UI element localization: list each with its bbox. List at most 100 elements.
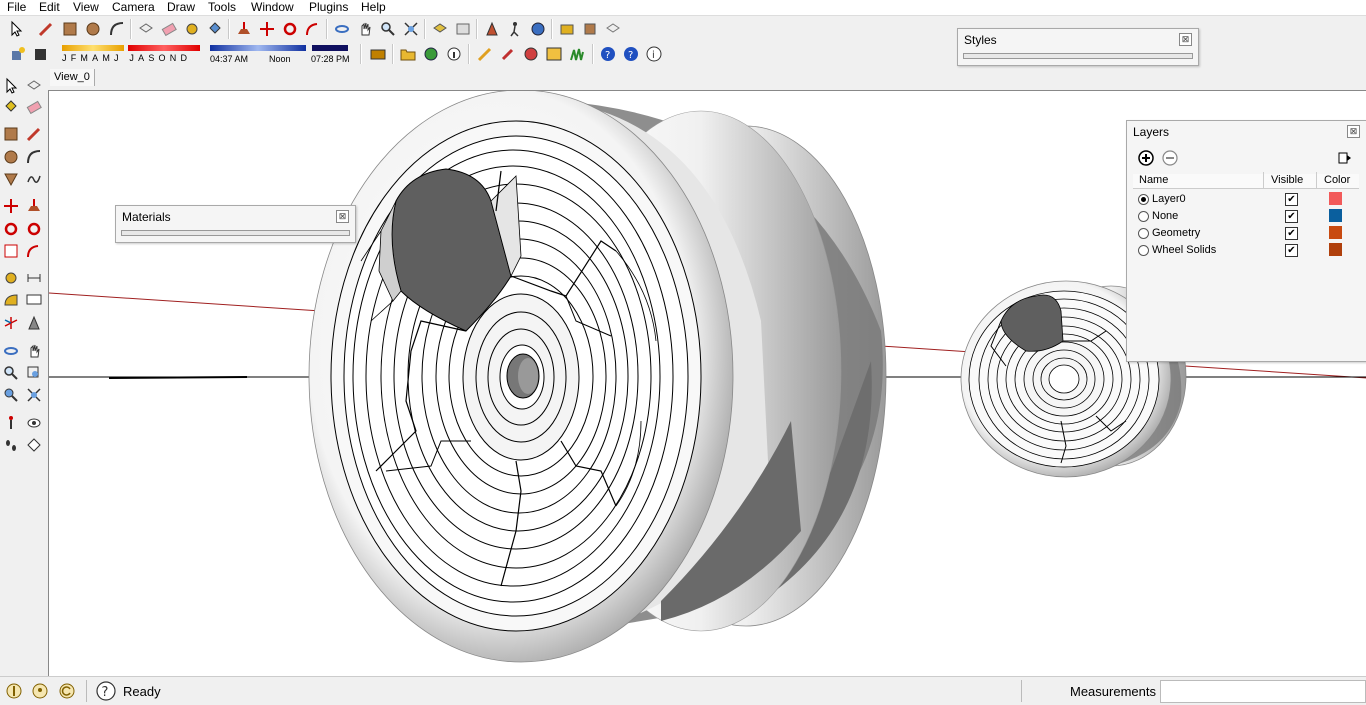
visible-checkbox[interactable]: ✔ <box>1285 244 1298 257</box>
previous-view-icon[interactable] <box>1 385 21 405</box>
shadow-settings-icon[interactable] <box>8 44 28 64</box>
layer-name[interactable]: None <box>1152 208 1178 224</box>
menu-file[interactable]: File <box>7 0 26 14</box>
layer-color-swatch[interactable] <box>1329 209 1342 222</box>
pencil-2-icon[interactable] <box>475 44 495 64</box>
display-shadows-icon[interactable] <box>31 44 51 64</box>
walk-left-icon[interactable] <box>1 435 21 455</box>
pencil-icon[interactable] <box>36 19 56 39</box>
active-layer-radio[interactable] <box>1138 245 1149 256</box>
follow-me-icon[interactable] <box>303 19 323 39</box>
dimension-icon[interactable] <box>24 268 44 288</box>
add-layer-icon[interactable] <box>1137 149 1155 167</box>
section-left-icon[interactable] <box>24 435 44 455</box>
menu-tools[interactable]: Tools <box>208 0 236 14</box>
position-camera-left-icon[interactable] <box>1 413 21 433</box>
active-layer-radio[interactable] <box>1138 194 1149 205</box>
month-slider-track-2[interactable] <box>128 45 200 51</box>
tape-left-icon[interactable] <box>1 268 21 288</box>
active-layer-radio[interactable] <box>1138 211 1149 222</box>
grass-icon[interactable] <box>567 44 587 64</box>
materials-browser-icon[interactable] <box>580 19 600 39</box>
close-icon[interactable]: ⊠ <box>1347 125 1360 138</box>
tape-measure-icon[interactable] <box>182 19 202 39</box>
rotate-left-icon[interactable] <box>1 219 21 239</box>
rotate-icon[interactable] <box>280 19 300 39</box>
walk-icon[interactable] <box>505 19 525 39</box>
menu-draw[interactable]: Draw <box>167 0 195 14</box>
layer-name[interactable]: Wheel Solids <box>1152 242 1216 258</box>
line-icon[interactable] <box>24 124 44 144</box>
freehand-icon[interactable] <box>24 169 44 189</box>
paint-bucket-icon[interactable] <box>205 19 225 39</box>
text-icon[interactable] <box>24 290 44 310</box>
help-status-icon[interactable]: ? <box>95 680 117 702</box>
month-slider-track[interactable] <box>62 45 124 51</box>
column-color[interactable]: Color <box>1324 174 1350 186</box>
component-icon[interactable] <box>24 76 44 96</box>
arc-icon[interactable] <box>107 19 127 39</box>
move-left-icon[interactable] <box>1 196 21 216</box>
layer-color-swatch[interactable] <box>1329 192 1342 205</box>
components-icon[interactable] <box>557 19 577 39</box>
orbit-left-icon[interactable] <box>1 341 21 361</box>
help-2-icon[interactable]: ? <box>621 44 641 64</box>
styles-panel-grip[interactable] <box>963 53 1193 59</box>
visible-checkbox[interactable]: ✔ <box>1285 193 1298 206</box>
close-icon[interactable]: ⊠ <box>336 210 349 223</box>
geo-location-status-icon[interactable] <box>4 681 24 701</box>
column-visible[interactable]: Visible <box>1271 174 1303 186</box>
paint-icon[interactable] <box>1 97 21 117</box>
protractor-icon[interactable] <box>1 290 21 310</box>
orbit-icon[interactable] <box>332 19 352 39</box>
layer-name[interactable]: Layer0 <box>1152 191 1186 207</box>
layer-row[interactable]: None ✔ <box>1133 208 1357 224</box>
offset-icon[interactable] <box>24 241 44 261</box>
info-icon[interactable]: i <box>644 44 664 64</box>
folder-icon[interactable] <box>398 44 418 64</box>
zoom-extents-left-icon[interactable] <box>24 385 44 405</box>
3d-text-icon[interactable] <box>24 313 44 333</box>
menu-view[interactable]: View <box>73 0 99 14</box>
layer-name[interactable]: Geometry <box>1152 225 1200 241</box>
column-name[interactable]: Name <box>1139 174 1168 186</box>
layer-row[interactable]: Geometry ✔ <box>1133 225 1357 241</box>
credits-status-icon[interactable] <box>30 681 50 701</box>
measurements-input[interactable] <box>1160 680 1366 703</box>
zoom-left-icon[interactable] <box>1 363 21 383</box>
push-pull-icon[interactable] <box>234 19 254 39</box>
time-slider-track-2[interactable] <box>312 45 348 51</box>
position-camera-icon[interactable] <box>528 19 548 39</box>
get-models-icon[interactable] <box>430 19 450 39</box>
pan-icon[interactable] <box>355 19 375 39</box>
zoom-window-icon[interactable] <box>24 363 44 383</box>
geo-location-icon[interactable] <box>421 44 441 64</box>
arc-left-icon[interactable] <box>24 147 44 167</box>
details-icon[interactable] <box>1335 149 1353 167</box>
select-icon[interactable] <box>1 76 21 96</box>
materials-panel-grip[interactable] <box>121 230 350 236</box>
help-icon[interactable]: ? <box>598 44 618 64</box>
scale-icon[interactable] <box>1 241 21 261</box>
layer-row[interactable]: Layer0 ✔ <box>1133 191 1357 207</box>
move-icon[interactable] <box>257 19 277 39</box>
dropper-icon[interactable] <box>498 44 518 64</box>
color-wheel-icon[interactable] <box>521 44 541 64</box>
rectangle-left-icon[interactable] <box>1 124 21 144</box>
signin-status-icon[interactable] <box>57 681 77 701</box>
layer-color-swatch[interactable] <box>1329 243 1342 256</box>
active-layer-radio[interactable] <box>1138 228 1149 239</box>
share-model-icon[interactable] <box>453 19 473 39</box>
section-plane-icon[interactable] <box>482 19 502 39</box>
fog-icon[interactable] <box>368 44 388 64</box>
circle-icon[interactable] <box>83 19 103 39</box>
make-component-icon[interactable] <box>136 19 156 39</box>
model-info-icon[interactable] <box>444 44 464 64</box>
circle-left-icon[interactable] <box>1 147 21 167</box>
visible-checkbox[interactable]: ✔ <box>1285 227 1298 240</box>
menu-camera[interactable]: Camera <box>112 0 155 14</box>
fd-icon[interactable] <box>544 44 564 64</box>
styles-browser-icon[interactable] <box>603 19 623 39</box>
push-pull-left-icon[interactable] <box>24 196 44 216</box>
close-icon[interactable]: ⊠ <box>1179 33 1192 46</box>
